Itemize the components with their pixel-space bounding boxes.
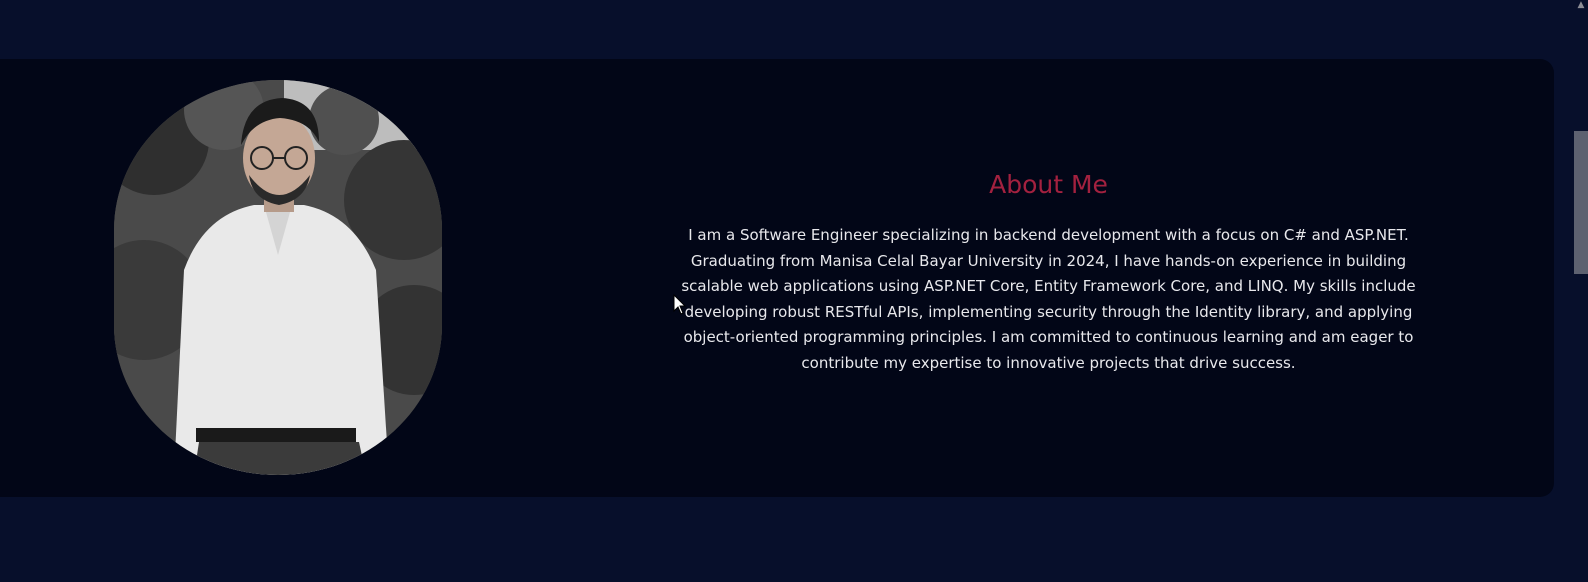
profile-photo [114,80,442,475]
page: About Me I am a Software Engineer specia… [0,0,1588,582]
mouse-pointer-icon [673,294,687,315]
about-description: I am a Software Engineer specializing in… [681,226,1416,372]
profile-photo-illustration [114,80,442,475]
chevron-up-icon[interactable]: ▲ [1576,0,1586,10]
vertical-scrollbar[interactable]: ▲ [1574,0,1588,582]
about-heading: About Me [989,170,1108,199]
scrollbar-thumb[interactable] [1574,131,1588,274]
